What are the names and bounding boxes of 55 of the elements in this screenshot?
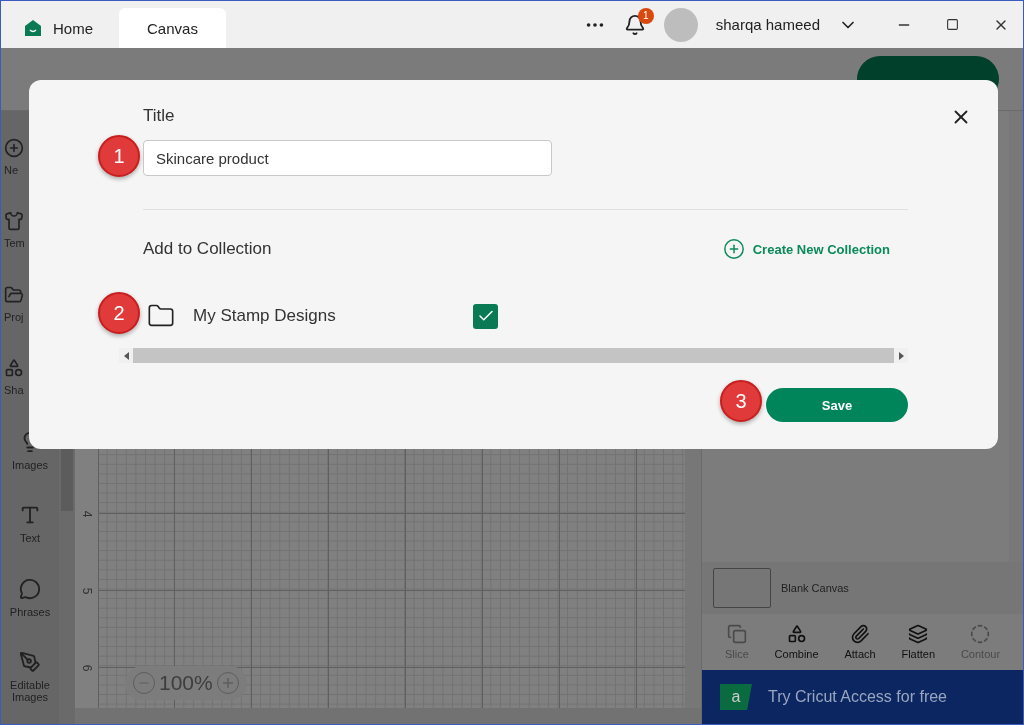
overlap-squares-icon bbox=[726, 624, 747, 644]
paperclip-icon bbox=[850, 624, 871, 644]
scrollbar[interactable] bbox=[1009, 111, 1023, 562]
ruler-number: 4 bbox=[79, 510, 95, 518]
layers-icon bbox=[908, 624, 929, 644]
sidebar-item[interactable]: Sha bbox=[1, 357, 59, 431]
tool-button[interactable]: Flatten bbox=[901, 624, 936, 660]
layer-name: Blank Canvas bbox=[781, 582, 849, 594]
tool-button[interactable]: Attach bbox=[844, 624, 876, 660]
title-field[interactable]: Skincare product bbox=[143, 140, 552, 176]
section-label: Add to Collection bbox=[143, 239, 272, 259]
pen-icon bbox=[19, 650, 41, 673]
sidebar-item[interactable]: Text bbox=[1, 504, 59, 578]
shapes-icon bbox=[4, 357, 24, 378]
sidebar-item[interactable]: Tem bbox=[1, 211, 59, 285]
plus-circle-icon bbox=[722, 238, 745, 260]
speech-bubble-icon bbox=[19, 577, 41, 600]
sidebar-item[interactable]: Phrases bbox=[1, 577, 59, 651]
maximize-icon[interactable] bbox=[946, 18, 959, 31]
plus-circle-icon bbox=[4, 138, 24, 158]
banner-text: Try Cricut Access for free bbox=[768, 688, 947, 706]
scroll-left-icon[interactable] bbox=[123, 351, 129, 360]
collection-name: My Stamp Designs bbox=[193, 306, 337, 326]
sidebar-item[interactable]: Proj bbox=[1, 284, 59, 358]
bell-icon[interactable] bbox=[623, 13, 646, 36]
dashed-circle-icon bbox=[970, 624, 991, 644]
step-marker: 3 bbox=[720, 380, 762, 422]
step-marker: 1 bbox=[98, 135, 140, 177]
save-button[interactable]: Save bbox=[766, 388, 908, 422]
plus-icon bbox=[221, 677, 234, 689]
user-name: sharqa hameed bbox=[715, 16, 820, 33]
checkbox[interactable] bbox=[473, 303, 498, 329]
scroll-right-icon[interactable] bbox=[898, 351, 904, 360]
sidebar-item[interactable]: Editable Images bbox=[1, 650, 59, 724]
layer-thumbnail bbox=[713, 568, 771, 608]
step-marker: 2 bbox=[98, 292, 140, 334]
tool-button[interactable]: Combine bbox=[774, 624, 819, 660]
field-label: Title bbox=[143, 106, 176, 126]
promo-banner[interactable]: a Try Cricut Access for free bbox=[702, 670, 1023, 724]
scrollbar[interactable] bbox=[75, 708, 701, 724]
zoom-level: 100% bbox=[159, 671, 213, 695]
sidebar-item[interactable]: Ne bbox=[1, 138, 59, 212]
notification-badge: 1 bbox=[637, 7, 654, 24]
shapes-icon bbox=[786, 624, 807, 644]
ruler-number: 6 bbox=[79, 664, 95, 672]
layer-row[interactable]: Blank Canvas bbox=[702, 562, 1023, 614]
house-logo-icon bbox=[23, 18, 43, 38]
tab[interactable]: Canvas bbox=[119, 8, 226, 48]
folder-icon bbox=[4, 284, 24, 305]
ruler-number: 5 bbox=[79, 587, 95, 595]
banner-logo: a bbox=[720, 684, 752, 710]
scrollbar-thumb[interactable] bbox=[133, 348, 894, 363]
create-collection-link[interactable]: Create New Collection bbox=[722, 238, 890, 260]
tab[interactable]: Home bbox=[15, 8, 115, 48]
shirt-icon bbox=[4, 211, 24, 232]
